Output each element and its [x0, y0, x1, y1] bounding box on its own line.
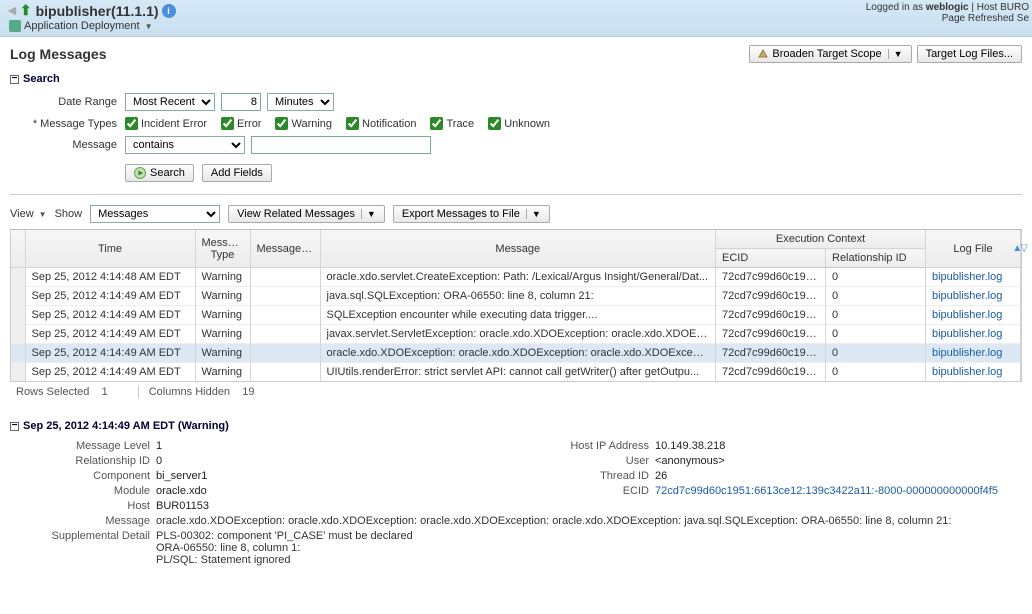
detail-field-value[interactable]: 72cd7c99d60c1951:6613ce12:139c3422a11:-8…	[655, 485, 1022, 497]
view-menu[interactable]: View▼	[10, 208, 47, 220]
nav-up-icon[interactable]: ⬆	[20, 2, 32, 19]
table-row[interactable]: Sep 25, 2012 4:14:49 AM EDTWarningUIUtil…	[11, 363, 1021, 382]
detail-field-label: Thread ID	[529, 470, 649, 482]
broaden-scope-button[interactable]: Broaden Target Scope ▼	[749, 45, 911, 63]
search-section-header[interactable]: − Search	[10, 73, 1022, 85]
col-exec-context: Execution Context	[716, 230, 926, 249]
detail-field-label: User	[529, 455, 649, 467]
page-title: bipublisher(11.1.1)	[36, 3, 159, 19]
message-type-notification[interactable]: Notification	[346, 117, 416, 130]
table-row[interactable]: Sep 25, 2012 4:14:48 AM EDTWarningoracle…	[11, 268, 1021, 287]
info-icon[interactable]: i	[162, 4, 176, 18]
detail-field-value: 10.149.38.218	[655, 440, 1022, 452]
show-messages-select[interactable]: Messages	[90, 205, 220, 223]
detail-field-value	[655, 500, 1022, 512]
message-operator-select[interactable]: contains	[125, 136, 245, 154]
col-time[interactable]: Time▲▽	[25, 230, 195, 268]
message-type-unknown[interactable]: Unknown	[488, 117, 550, 130]
detail-field-value: BUR01153	[156, 500, 523, 512]
table-row[interactable]: Sep 25, 2012 4:14:49 AM EDTWarningjava.s…	[11, 287, 1021, 306]
row-handle[interactable]	[11, 325, 25, 344]
detail-field-label: Relationship ID	[30, 455, 150, 467]
detail-field-label: Module	[30, 485, 150, 497]
col-message-id[interactable]: Message ID	[250, 230, 320, 268]
col-message[interactable]: Message	[320, 230, 716, 268]
log-messages-table: Time▲▽ Message Type Message ID Message E…	[11, 230, 1021, 381]
target-log-files-button[interactable]: Target Log Files...	[917, 45, 1022, 63]
log-file-link[interactable]: bipublisher.log	[926, 363, 1021, 382]
detail-supplemental-value: PLS-00302: component 'PI_CASE' must be d…	[156, 530, 1022, 566]
detail-field-label: Component	[30, 470, 150, 482]
table-row[interactable]: Sep 25, 2012 4:14:49 AM EDTWarningjavax.…	[11, 325, 1021, 344]
message-type-warning[interactable]: Warning	[275, 117, 332, 130]
detail-field-label	[529, 500, 649, 512]
row-handle[interactable]	[11, 287, 25, 306]
row-handle[interactable]	[11, 268, 25, 287]
chevron-down-icon: ▼	[39, 210, 47, 219]
play-icon	[134, 167, 146, 179]
message-type-trace[interactable]: Trace	[430, 117, 474, 130]
collapse-icon[interactable]: −	[10, 422, 19, 431]
chevron-down-icon: ▼	[361, 209, 376, 219]
broaden-icon	[758, 49, 768, 59]
row-handle[interactable]	[11, 363, 25, 382]
detail-field-label: Host IP Address	[529, 440, 649, 452]
message-types-label: Message Types	[15, 118, 125, 130]
table-row[interactable]: Sep 25, 2012 4:14:49 AM EDTWarningoracle…	[11, 344, 1021, 363]
detail-field-value: 0	[156, 455, 523, 467]
detail-section-header[interactable]: − Sep 25, 2012 4:14:49 AM EDT (Warning)	[10, 420, 1022, 432]
detail-field-value: bi_server1	[156, 470, 523, 482]
log-messages-heading: Log Messages	[10, 46, 106, 62]
app-header: ◄ ⬆ bipublisher(11.1.1) i Logged in as w…	[0, 0, 1032, 37]
date-range-value-input[interactable]	[221, 93, 261, 111]
col-ecid[interactable]: ECID	[716, 249, 826, 268]
message-types-group: Incident Error Error Warning Notification Tr…	[125, 117, 1022, 130]
detail-field-value: <anonymous>	[655, 455, 1022, 467]
detail-field-label: Host	[30, 500, 150, 512]
col-log-file[interactable]: Log File	[926, 230, 1021, 268]
show-label: Show	[55, 208, 83, 220]
col-message-type[interactable]: Message Type	[195, 230, 250, 268]
message-label: Message	[15, 139, 125, 151]
message-type-error[interactable]: Error	[221, 117, 261, 130]
header-user-info: Logged in as weblogic | Host BURO Page R…	[866, 2, 1029, 24]
detail-supplemental-label: Supplemental Detail	[30, 530, 150, 566]
collapse-icon[interactable]: −	[10, 75, 19, 84]
search-button[interactable]: Search	[125, 164, 194, 182]
detail-message-value: oracle.xdo.XDOException: oracle.xdo.XDOE…	[156, 515, 1022, 527]
view-related-messages-button[interactable]: View Related Messages▼	[228, 205, 385, 223]
columns-hidden-label: Columns Hidden	[149, 386, 230, 398]
export-messages-button[interactable]: Export Messages to File▼	[393, 205, 550, 223]
message-type-incident-error[interactable]: Incident Error	[125, 117, 207, 130]
log-file-link[interactable]: bipublisher.log	[926, 268, 1021, 287]
columns-hidden-value: 19	[242, 386, 254, 398]
log-file-link[interactable]: bipublisher.log	[926, 344, 1021, 363]
rows-selected-value: 1	[102, 386, 108, 398]
app-deployment-menu[interactable]: Application Deployment	[24, 20, 140, 32]
date-range-select[interactable]: Most Recent	[125, 93, 215, 111]
log-file-link[interactable]: bipublisher.log	[926, 325, 1021, 344]
table-row[interactable]: Sep 25, 2012 4:14:49 AM EDTWarningSQLExc…	[11, 306, 1021, 325]
detail-field-value: 26	[655, 470, 1022, 482]
detail-message-label: Message	[30, 515, 150, 527]
detail-field-label: Message Level	[30, 440, 150, 452]
date-range-unit-select[interactable]: Minutes	[267, 93, 334, 111]
message-filter-input[interactable]	[251, 136, 431, 154]
chevron-down-icon: ▼	[526, 209, 541, 219]
rows-selected-label: Rows Selected	[16, 386, 89, 398]
detail-field-value: 1	[156, 440, 523, 452]
row-handle[interactable]	[11, 344, 25, 363]
chevron-down-icon: ▼	[888, 49, 903, 59]
detail-field-label: ECID	[529, 485, 649, 497]
nav-back-icon[interactable]: ◄	[5, 2, 19, 19]
application-icon	[9, 20, 21, 32]
chevron-down-icon: ▼	[145, 22, 153, 31]
row-handle[interactable]	[11, 306, 25, 325]
add-fields-button[interactable]: Add Fields	[202, 164, 272, 182]
date-range-label: Date Range	[15, 96, 125, 108]
log-file-link[interactable]: bipublisher.log	[926, 287, 1021, 306]
detail-field-value: oracle.xdo	[156, 485, 523, 497]
log-file-link[interactable]: bipublisher.log	[926, 306, 1021, 325]
col-relationship-id[interactable]: Relationship ID	[826, 249, 926, 268]
